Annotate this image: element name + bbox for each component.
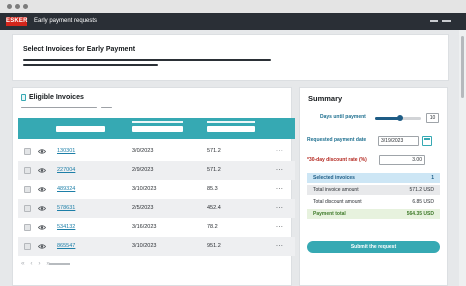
page-header-card: Select Invoices for Early Payment xyxy=(12,34,449,81)
column-header[interactable] xyxy=(132,121,183,123)
payment-total-row: Payment total 564.35 USD xyxy=(307,209,440,219)
total-discount-row: Total discount amount 6.85 USD xyxy=(307,197,440,207)
eye-icon[interactable] xyxy=(38,224,46,231)
invoice-date: 3/10/2023 xyxy=(132,186,157,192)
filter-input[interactable] xyxy=(56,126,105,132)
subtitle-placeholder-line xyxy=(101,107,112,108)
invoice-amount: 571.2 xyxy=(207,167,221,173)
row-checkbox[interactable] xyxy=(24,224,31,231)
row-checkbox[interactable] xyxy=(24,167,31,174)
days-slider[interactable] xyxy=(375,115,421,121)
pagination-placeholder-line xyxy=(49,263,70,265)
window-minimize-dot[interactable] xyxy=(15,4,20,9)
invoice-number-link[interactable]: 534132 xyxy=(57,223,75,231)
app-title: Early payment requests xyxy=(34,18,98,24)
selected-count: 1 xyxy=(431,175,434,181)
invoice-amount: 85.3 xyxy=(207,186,218,192)
invoice-amount: 951.2 xyxy=(207,243,221,249)
invoice-amount: 78.2 xyxy=(207,224,218,230)
eye-icon[interactable] xyxy=(38,148,46,155)
payment-value: 564.35 USD xyxy=(406,211,434,217)
invoice-number-link[interactable]: 489324 xyxy=(57,185,75,193)
invoice-number-link[interactable]: 227004 xyxy=(57,166,75,174)
rate-label: *30-day discount rate (%) xyxy=(307,157,367,163)
pagination-controls[interactable]: « ‹ › » xyxy=(21,260,52,267)
filter-input[interactable] xyxy=(207,126,255,132)
eye-icon[interactable] xyxy=(38,186,46,193)
invoice-date: 2/5/2023 xyxy=(132,205,154,211)
table-row[interactable]: 130301 3/0/2023 571.2 ... xyxy=(18,142,295,161)
invoice-date: 3/0/2023 xyxy=(132,148,154,154)
selected-invoices-row: Selected invoices 1 xyxy=(307,173,440,183)
window-titlebar xyxy=(0,0,466,13)
panel-title: Eligible Invoices xyxy=(29,94,84,101)
invoice-number-link[interactable]: 130301 xyxy=(57,147,75,155)
invoice-number-link[interactable]: 578631 xyxy=(57,204,75,212)
date-label: Requested payment date xyxy=(307,137,367,143)
row-checkbox[interactable] xyxy=(24,243,31,250)
days-input[interactable]: 10 xyxy=(426,113,439,123)
invoice-date: 3/16/2023 xyxy=(132,224,157,230)
app-header-bar: ESKER Early payment requests xyxy=(0,13,466,30)
row-menu-button[interactable]: ... xyxy=(276,146,283,154)
minimize-icon[interactable] xyxy=(430,20,438,22)
filter-input[interactable] xyxy=(132,126,183,132)
table-row[interactable]: 227004 2/9/2023 571.2 ... xyxy=(18,161,295,180)
subtitle-placeholder-line xyxy=(21,107,97,108)
panel-heading: Eligible Invoices xyxy=(21,94,84,101)
row-menu-button[interactable]: ... xyxy=(276,184,283,192)
summary-title: Summary xyxy=(308,94,343,103)
eye-icon[interactable] xyxy=(38,243,46,250)
row-checkbox[interactable] xyxy=(24,148,31,155)
window-close-dot[interactable] xyxy=(7,4,12,9)
calendar-icon[interactable] xyxy=(422,136,432,146)
discount-label: Total discount amount xyxy=(313,199,362,205)
total-value: 571.2 USD xyxy=(409,187,434,193)
row-menu-button[interactable]: ... xyxy=(276,222,283,230)
eye-icon[interactable] xyxy=(38,205,46,212)
days-label: Days until payment xyxy=(320,114,366,120)
menu-icon[interactable] xyxy=(442,20,451,22)
row-checkbox[interactable] xyxy=(24,186,31,193)
row-menu-button[interactable]: ... xyxy=(276,241,283,249)
summary-panel: Summary Days until payment 10 Requested … xyxy=(299,87,448,286)
invoice-amount: 571.2 xyxy=(207,148,221,154)
table-row[interactable]: 578631 2/5/2023 452.4 ... xyxy=(18,199,295,218)
rate-input[interactable]: 3.00 xyxy=(379,155,425,165)
total-invoice-row: Total invoice amount 571.2 USD xyxy=(307,185,440,195)
selected-label: Selected invoices xyxy=(313,175,355,181)
scrollbar-thumb[interactable] xyxy=(461,36,464,98)
date-input[interactable]: 3/19/2023 xyxy=(378,136,419,146)
description-placeholder-line xyxy=(23,59,271,61)
eye-icon[interactable] xyxy=(38,167,46,174)
discount-value: 6.85 USD xyxy=(412,199,434,205)
page-title: Select Invoices for Early Payment xyxy=(23,46,136,53)
esker-logo: ESKER xyxy=(6,17,28,26)
invoice-amount: 452.4 xyxy=(207,205,221,211)
description-placeholder-line xyxy=(23,64,158,66)
row-checkbox[interactable] xyxy=(24,205,31,212)
document-icon xyxy=(21,94,26,101)
page-scrollbar[interactable] xyxy=(459,30,466,286)
invoice-date: 3/10/2023 xyxy=(132,243,157,249)
table-row[interactable]: 489324 3/10/2023 85.3 ... xyxy=(18,180,295,199)
payment-label: Payment total xyxy=(313,211,346,217)
table-row[interactable]: 534132 3/16/2023 78.2 ... xyxy=(18,218,295,237)
total-label: Total invoice amount xyxy=(313,187,359,193)
window-maximize-dot[interactable] xyxy=(23,4,28,9)
row-menu-button[interactable]: ... xyxy=(276,165,283,173)
table-row[interactable]: 865547 3/10/2023 951.2 ... xyxy=(18,237,295,256)
invoice-date: 2/9/2023 xyxy=(132,167,154,173)
table-header xyxy=(18,118,295,139)
slider-handle[interactable] xyxy=(397,115,403,121)
eligible-invoices-panel: Eligible Invoices 130301 3/0/2023 571.2 … xyxy=(12,87,295,286)
submit-request-button[interactable]: Submit the request xyxy=(307,241,440,253)
column-header[interactable] xyxy=(207,121,255,123)
invoice-number-link[interactable]: 865547 xyxy=(57,242,75,250)
row-menu-button[interactable]: ... xyxy=(276,203,283,211)
